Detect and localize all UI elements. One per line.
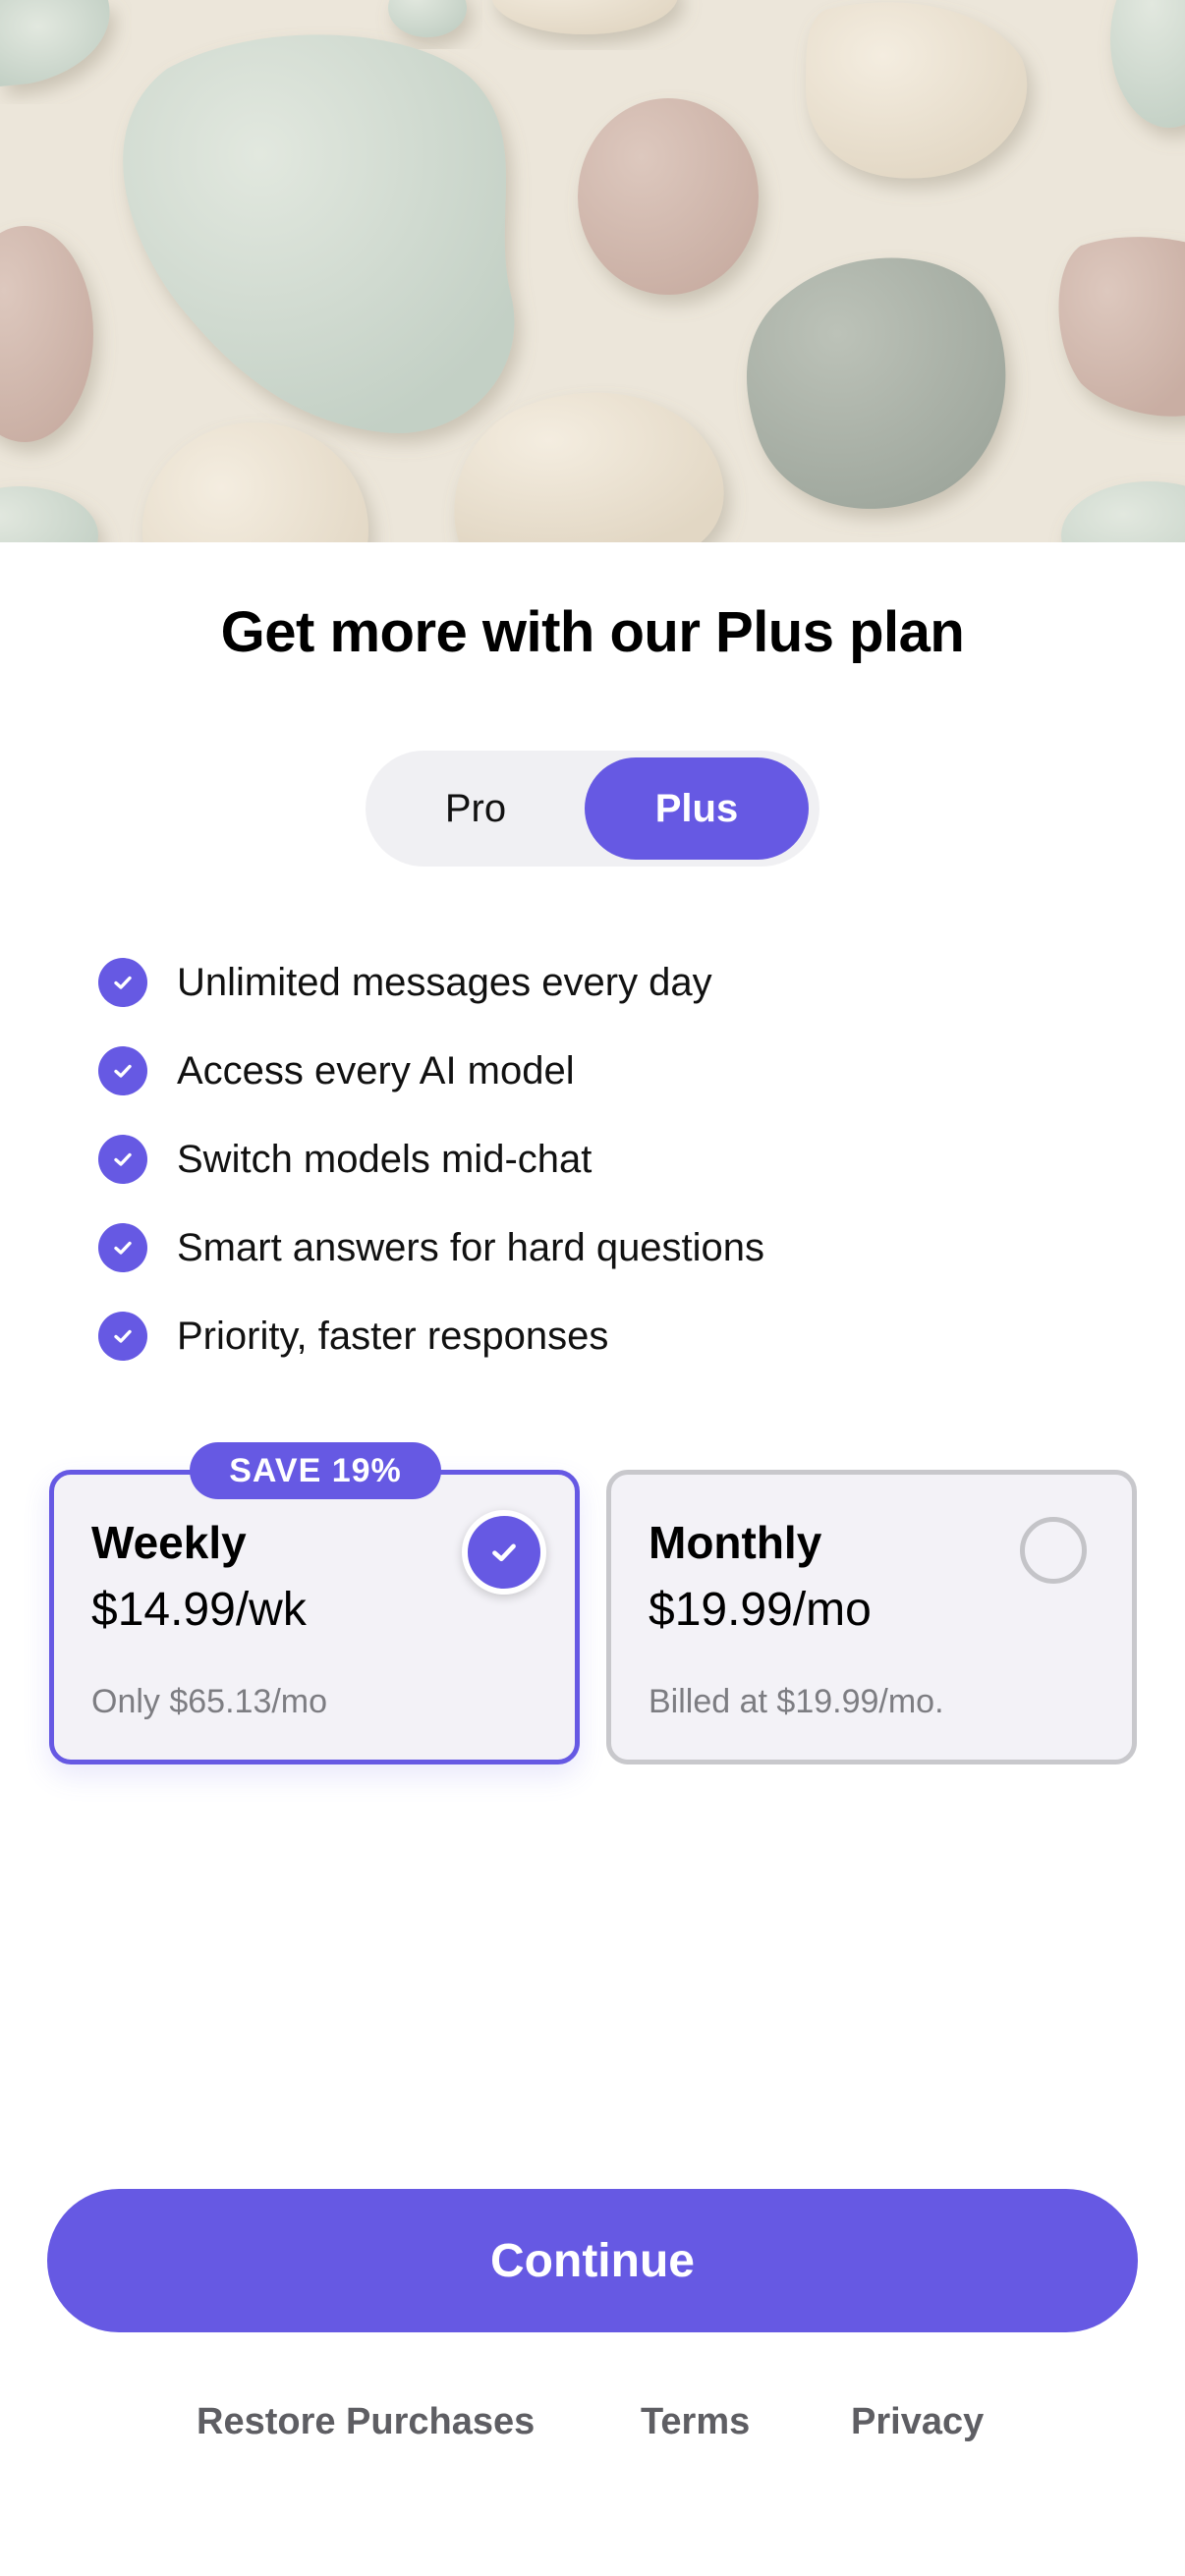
feature-label: Priority, faster responses xyxy=(177,1314,609,1358)
feature-label: Access every AI model xyxy=(177,1048,575,1092)
check-circle-icon xyxy=(98,1312,147,1361)
plan-note: Billed at $19.99/mo. xyxy=(649,1683,944,1720)
plan-price: $14.99/wk xyxy=(91,1584,307,1636)
paywall-screen: Get more with our Plus plan Pro Plus Unl… xyxy=(0,0,1185,2576)
radio-unselected-icon[interactable] xyxy=(1020,1517,1087,1584)
terms-link[interactable]: Terms xyxy=(641,2401,750,2443)
feature-label: Switch models mid-chat xyxy=(177,1137,592,1181)
plan-name: Monthly xyxy=(649,1517,822,1568)
feature-item: Unlimited messages every day xyxy=(98,938,1081,1027)
check-circle-icon xyxy=(98,1135,147,1184)
feature-item: Priority, faster responses xyxy=(98,1292,1081,1380)
check-circle-icon xyxy=(98,958,147,1007)
toggle-option-pro[interactable]: Pro xyxy=(379,757,572,860)
feature-item: Smart answers for hard questions xyxy=(98,1204,1081,1292)
continue-button[interactable]: Continue xyxy=(47,2189,1138,2332)
pebbles-illustration xyxy=(0,0,1185,542)
feature-label: Smart answers for hard questions xyxy=(177,1225,765,1269)
check-circle-icon xyxy=(98,1223,147,1272)
save-badge: SAVE 19% xyxy=(190,1442,441,1499)
plan-note: Only $65.13/mo xyxy=(91,1683,328,1720)
restore-purchases-link[interactable]: Restore Purchases xyxy=(197,2401,535,2443)
feature-item: Switch models mid-chat xyxy=(98,1115,1081,1204)
plan-card-weekly[interactable]: Weekly $14.99/wk Only $65.13/mo xyxy=(49,1470,580,1764)
toggle-option-plus[interactable]: Plus xyxy=(585,757,809,860)
paywall-title: Get more with our Plus plan xyxy=(220,600,965,664)
feature-item: Access every AI model xyxy=(98,1027,1081,1115)
privacy-link[interactable]: Privacy xyxy=(851,2401,984,2443)
plan-tier-toggle: Pro Plus xyxy=(366,751,819,867)
selected-check-icon[interactable] xyxy=(462,1510,546,1595)
hero-image xyxy=(0,0,1185,542)
feature-list: Unlimited messages every day Access ever… xyxy=(98,938,1081,1380)
check-circle-icon xyxy=(98,1046,147,1095)
plan-card-monthly[interactable]: Monthly $19.99/mo Billed at $19.99/mo. xyxy=(606,1470,1137,1764)
feature-label: Unlimited messages every day xyxy=(177,960,712,1004)
plan-price: $19.99/mo xyxy=(649,1584,872,1636)
plan-name: Weekly xyxy=(91,1517,247,1568)
